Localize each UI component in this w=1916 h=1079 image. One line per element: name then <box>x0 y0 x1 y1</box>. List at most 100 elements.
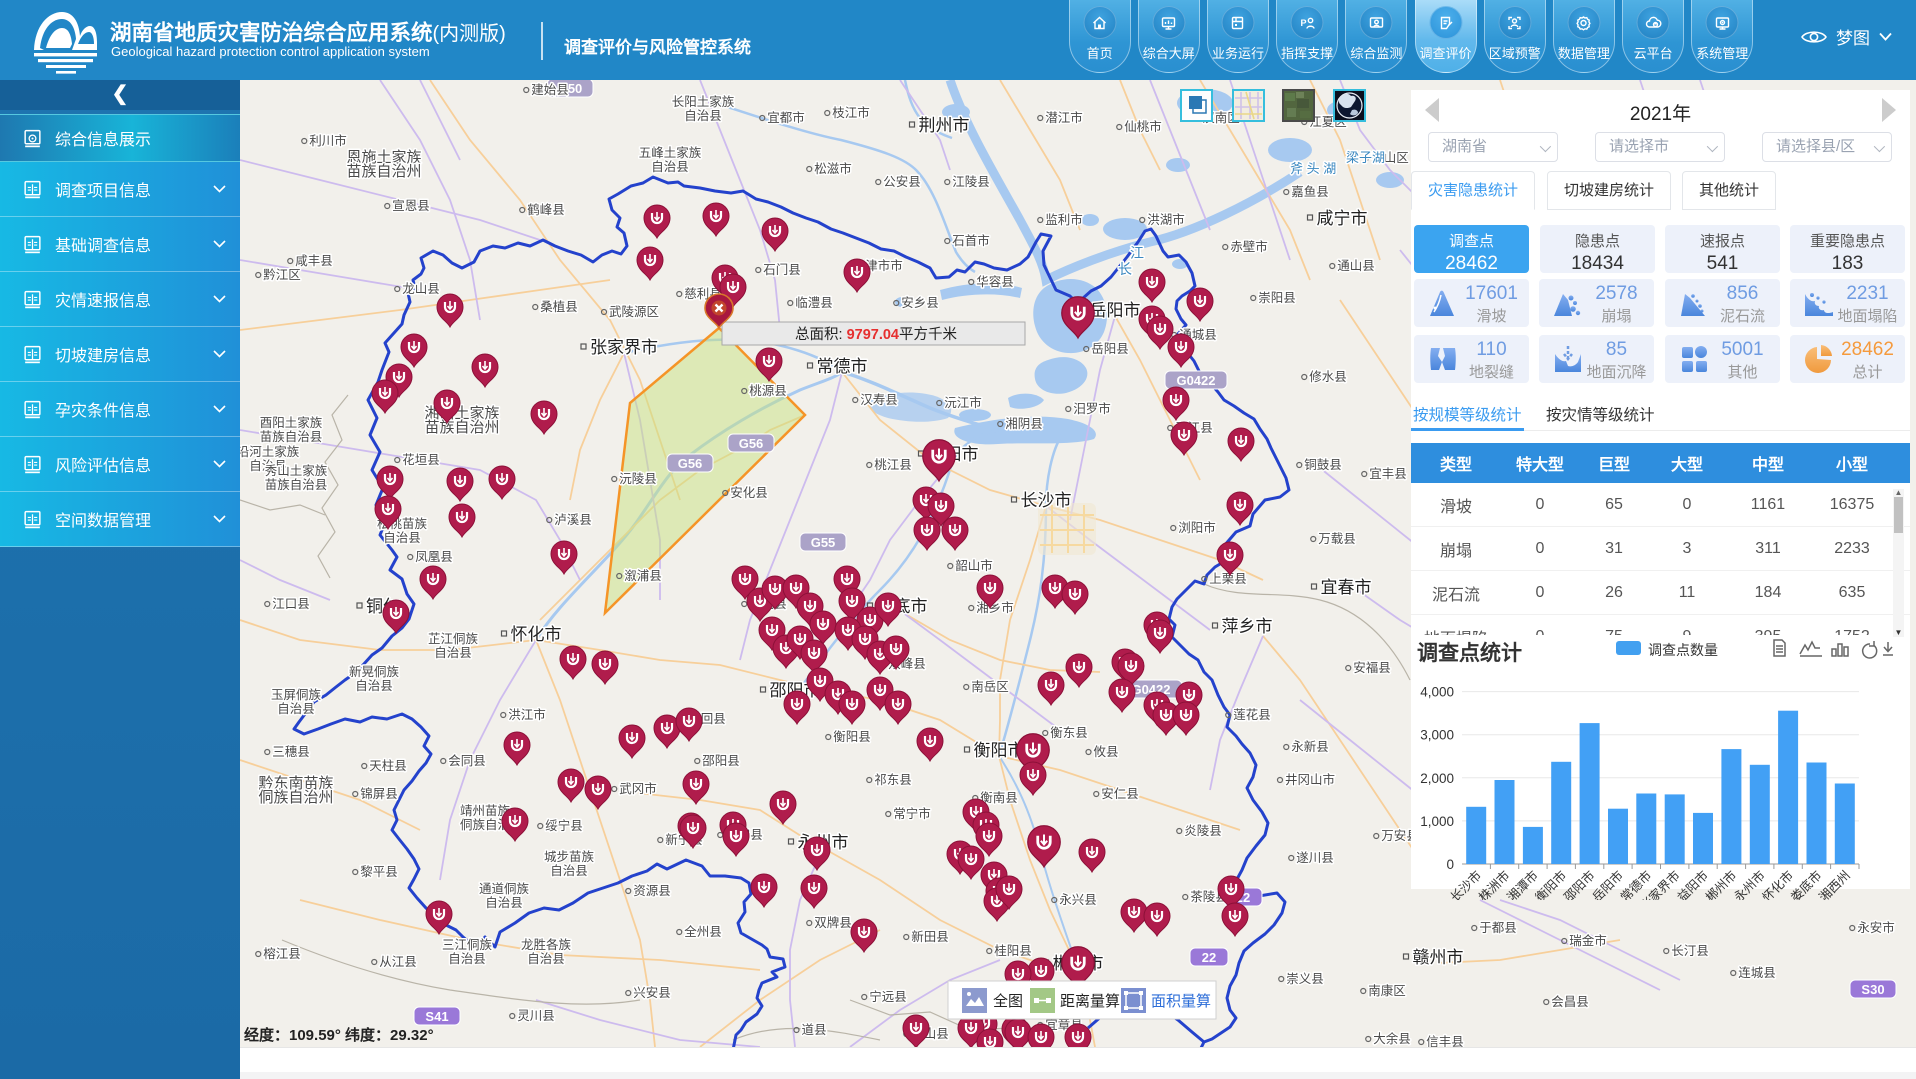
svg-text:安福县: 安福县 <box>1353 660 1391 675</box>
svg-text:嘉鱼县: 嘉鱼县 <box>1291 185 1329 199</box>
svg-text:梁子湖: 梁子湖 <box>1346 150 1385 165</box>
svg-text:连城县: 连城县 <box>1738 965 1776 980</box>
svg-text:距离量算: 距离量算 <box>1060 992 1120 1010</box>
svg-text:自治县: 自治县 <box>434 646 472 660</box>
svg-text:怀化市: 怀化市 <box>511 625 562 644</box>
svg-text:石门县: 石门县 <box>763 262 801 277</box>
svg-text:G55: G55 <box>811 535 836 550</box>
svg-text:G56: G56 <box>678 456 703 471</box>
svg-text:临澧县: 临澧县 <box>795 296 833 310</box>
svg-text:信丰县: 信丰县 <box>1426 1035 1464 1047</box>
svg-text:华容县: 华容县 <box>976 274 1014 289</box>
svg-text:安乡县: 安乡县 <box>901 295 939 310</box>
svg-text:会昌县: 会昌县 <box>1551 995 1589 1009</box>
svg-text:荆州市: 荆州市 <box>919 116 970 135</box>
svg-text:仙桃市: 仙桃市 <box>1124 119 1162 134</box>
svg-text:长: 长 <box>1118 261 1132 277</box>
svg-text:洪湖市: 洪湖市 <box>1147 212 1185 227</box>
svg-text:赣州市: 赣州市 <box>1413 948 1464 967</box>
svg-text:榕江县: 榕江县 <box>263 946 301 961</box>
svg-text:面积量算: 面积量算 <box>1151 992 1211 1010</box>
svg-text:潜江市: 潜江市 <box>1045 110 1083 125</box>
svg-text:绥宁县: 绥宁县 <box>545 818 583 833</box>
svg-text:韶山市: 韶山市 <box>955 558 993 573</box>
svg-text:G0422: G0422 <box>1176 373 1215 388</box>
svg-text:长汀县: 长汀县 <box>1671 944 1709 958</box>
svg-text:兴安县: 兴安县 <box>633 985 671 1000</box>
svg-text:桃江县: 桃江县 <box>874 457 912 472</box>
svg-text:沅江市: 沅江市 <box>944 395 982 410</box>
svg-text:天柱县: 天柱县 <box>369 758 407 773</box>
svg-text:洪江市: 洪江市 <box>508 707 546 722</box>
svg-text:侗族自治州: 侗族自治州 <box>258 789 333 806</box>
svg-text:苗族自治州: 苗族自治州 <box>424 419 499 436</box>
svg-text:自治县: 自治县 <box>383 531 421 545</box>
svg-text:芷江侗族: 芷江侗族 <box>428 632 479 646</box>
svg-text:灵川县: 灵川县 <box>517 1009 555 1023</box>
svg-text:资源县: 资源县 <box>633 884 671 898</box>
svg-text:湘阴县: 湘阴县 <box>1005 416 1043 431</box>
svg-text:岳阳县: 岳阳县 <box>1091 342 1129 356</box>
svg-text:津市市: 津市市 <box>865 258 903 273</box>
svg-text:桃源县: 桃源县 <box>749 383 787 398</box>
svg-text:安仁县: 安仁县 <box>1101 786 1139 801</box>
svg-text:常宁市: 常宁市 <box>893 806 931 821</box>
svg-text:公安县: 公安县 <box>883 174 921 189</box>
svg-text:赤壁市: 赤壁市 <box>1230 239 1268 254</box>
svg-text:0: 0 <box>1446 857 1454 872</box>
svg-text:龙山县: 龙山县 <box>402 282 440 296</box>
svg-text:修水县: 修水县 <box>1309 369 1347 384</box>
svg-text:萍乡市: 萍乡市 <box>1222 617 1273 636</box>
svg-text:瑞金市: 瑞金市 <box>1569 933 1607 948</box>
svg-text:炎陵县: 炎陵县 <box>1184 824 1222 838</box>
svg-text:锦屏县: 锦屏县 <box>360 787 398 801</box>
svg-text:南岳区: 南岳区 <box>971 679 1009 694</box>
svg-text:安化县: 安化县 <box>730 485 768 500</box>
svg-text:张家界市: 张家界市 <box>590 338 658 357</box>
svg-text:于都县: 于都县 <box>1479 921 1517 935</box>
svg-text:通山县: 通山县 <box>1337 259 1375 273</box>
svg-text:自治县: 自治县 <box>355 679 393 693</box>
svg-text:凤凰县: 凤凰县 <box>415 550 453 564</box>
svg-text:会同县: 会同县 <box>448 754 486 768</box>
svg-text:总面积: 9797.04平方千米: 总面积: 9797.04平方千米 <box>795 326 957 343</box>
svg-text:自治县: 自治县 <box>684 109 722 123</box>
svg-text:玉屏侗族: 玉屏侗族 <box>271 688 322 702</box>
svg-text:永新县: 永新县 <box>1291 739 1329 754</box>
svg-text:宜丰县: 宜丰县 <box>1369 466 1407 481</box>
svg-text:沅陵县: 沅陵县 <box>619 472 657 486</box>
svg-text:S41: S41 <box>425 1009 448 1024</box>
svg-text:衡阳县: 衡阳县 <box>833 730 871 744</box>
svg-text:22: 22 <box>1202 950 1216 965</box>
svg-text:衡东县: 衡东县 <box>1050 726 1088 740</box>
svg-text:岳阳市: 岳阳市 <box>1090 301 1141 320</box>
svg-text:崇义县: 崇义县 <box>1286 972 1324 986</box>
svg-text:自治县: 自治县 <box>527 952 565 966</box>
svg-text:松滋市: 松滋市 <box>814 161 852 176</box>
svg-text:自治县: 自治县 <box>651 160 689 174</box>
svg-text:大余县: 大余县 <box>1373 1031 1411 1046</box>
svg-text:3,000: 3,000 <box>1420 728 1454 743</box>
svg-text:新田县: 新田县 <box>911 929 949 944</box>
svg-text:邵阳县: 邵阳县 <box>702 754 740 768</box>
svg-text:宜春市: 宜春市 <box>1321 578 1372 597</box>
svg-text:G56: G56 <box>739 436 764 451</box>
svg-text:三穗县: 三穗县 <box>272 745 310 759</box>
svg-text:宜都市: 宜都市 <box>767 110 805 125</box>
svg-text:桂阳县: 桂阳县 <box>994 943 1032 958</box>
svg-text:新晃侗族: 新晃侗族 <box>349 664 400 679</box>
svg-text:武陵源区: 武陵源区 <box>609 305 659 319</box>
svg-text:枝江市: 枝江市 <box>832 105 870 120</box>
svg-text:永兴县: 永兴县 <box>1059 893 1097 907</box>
svg-text:石首市: 石首市 <box>952 233 990 248</box>
svg-text:咸丰县: 咸丰县 <box>295 254 333 268</box>
svg-text:五峰土家族: 五峰土家族 <box>639 145 702 160</box>
svg-text:苗族自治州: 苗族自治州 <box>346 163 421 180</box>
svg-text:武冈市: 武冈市 <box>619 781 657 796</box>
svg-text:建始县: 建始县 <box>531 83 569 97</box>
svg-text:南康区: 南康区 <box>1368 983 1406 998</box>
svg-text:江: 江 <box>1130 245 1144 261</box>
svg-text:S30: S30 <box>1861 982 1884 997</box>
svg-text:通道侗族: 通道侗族 <box>479 882 530 896</box>
svg-text:崇阳县: 崇阳县 <box>1258 291 1296 305</box>
